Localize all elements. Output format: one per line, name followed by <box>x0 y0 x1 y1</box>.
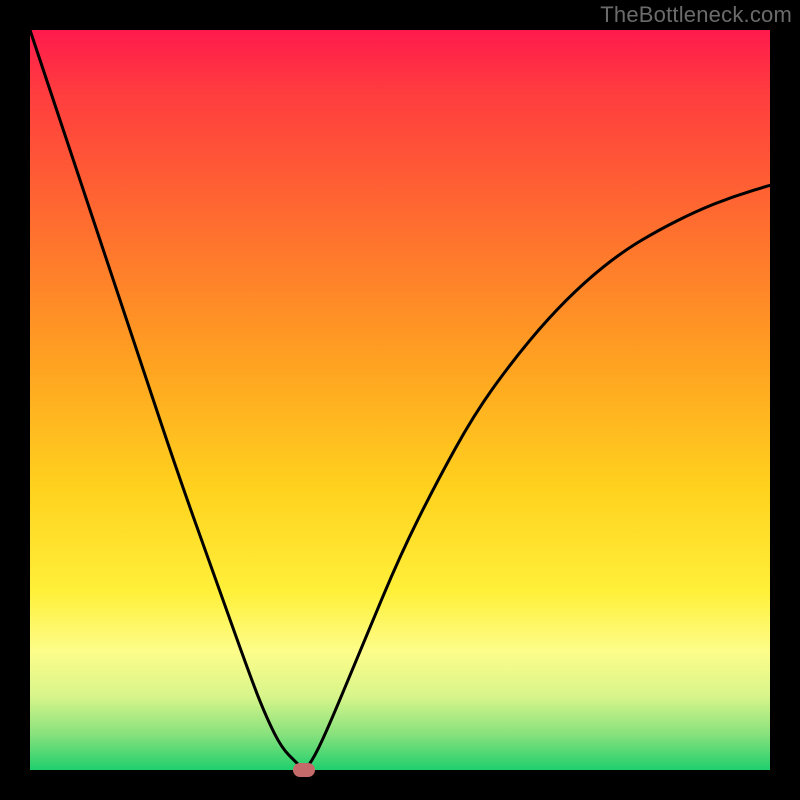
watermark-text: TheBottleneck.com <box>600 2 792 28</box>
bottleneck-curve <box>30 30 770 768</box>
plot-area <box>30 30 770 770</box>
chart-container: TheBottleneck.com <box>0 0 800 800</box>
optimum-marker <box>293 763 315 777</box>
curve-svg <box>30 30 770 770</box>
